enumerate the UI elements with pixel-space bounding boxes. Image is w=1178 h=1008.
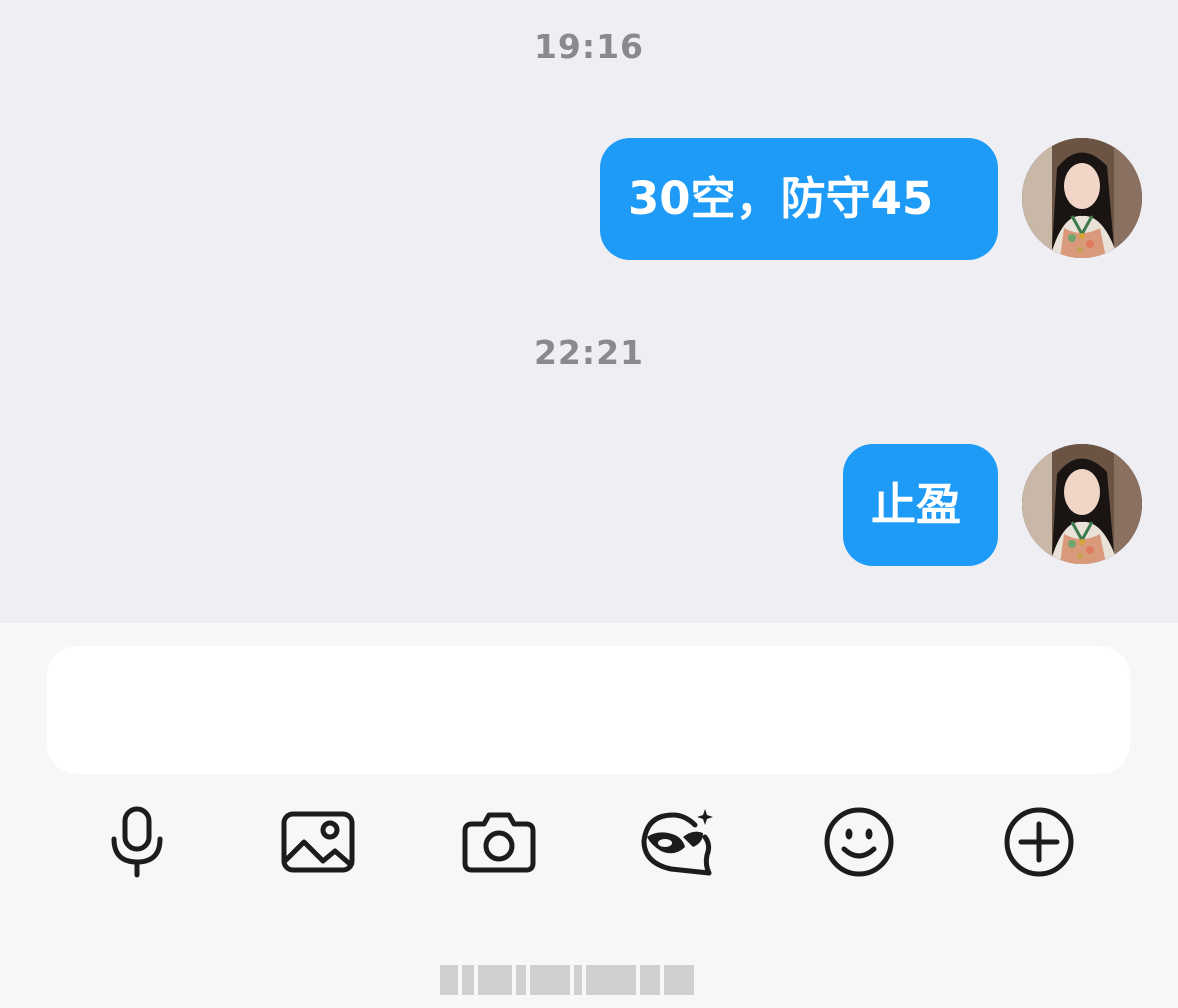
smiley-icon: [824, 807, 894, 877]
more-button[interactable]: [999, 802, 1079, 882]
ai-assistant-button[interactable]: [637, 802, 717, 882]
avatar-portrait-icon: [1022, 138, 1142, 258]
ai-sparkle-chat-icon: [641, 809, 713, 876]
user-avatar[interactable]: [1022, 444, 1142, 564]
message-row-outgoing: 30空，防守45: [600, 138, 1142, 260]
user-avatar[interactable]: [1022, 138, 1142, 258]
message-timestamp: 22:21: [533, 333, 645, 372]
message-timestamp: 19:16: [533, 27, 645, 66]
message-composer: [0, 621, 1178, 1008]
emoji-button[interactable]: [819, 802, 899, 882]
blurred-indicator: [440, 962, 740, 998]
photo-button[interactable]: [278, 802, 358, 882]
message-bubble[interactable]: 止盈: [843, 444, 998, 566]
avatar-portrait-icon: [1022, 444, 1142, 564]
plus-circle-icon: [1004, 807, 1074, 877]
chat-message-list[interactable]: 19:16 30空，防守45 22:21 止盈: [0, 0, 1178, 621]
message-bubble[interactable]: 30空，防守45: [600, 138, 998, 260]
message-row-outgoing: 止盈: [843, 444, 1142, 566]
message-input[interactable]: [47, 646, 1130, 774]
camera-button[interactable]: [459, 802, 539, 882]
voice-button[interactable]: [97, 802, 177, 882]
microphone-icon: [111, 806, 163, 878]
image-icon: [281, 811, 355, 873]
camera-icon: [462, 812, 536, 873]
